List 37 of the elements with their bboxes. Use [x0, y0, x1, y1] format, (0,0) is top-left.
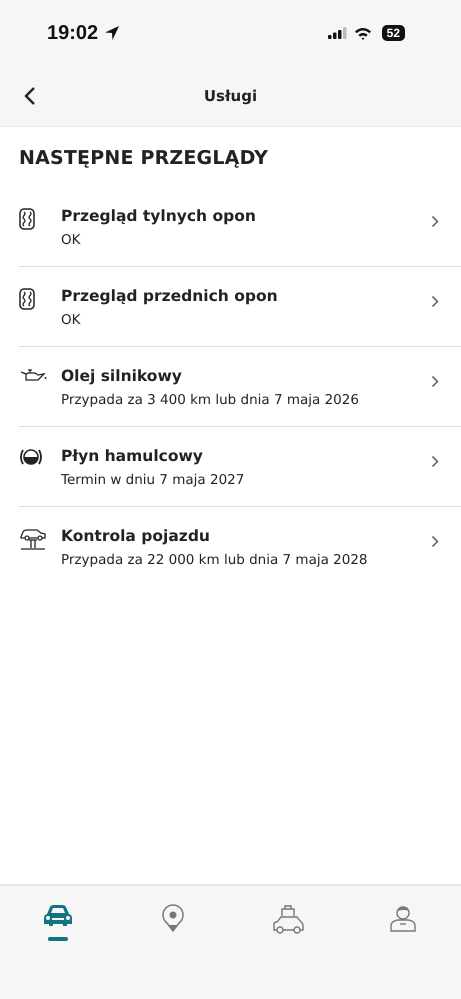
service-title: Olej silnikowy [61, 367, 183, 385]
chevron-icon [431, 215, 439, 228]
signal-icon [328, 27, 348, 39]
person-icon [389, 904, 418, 932]
battery-level: 52 [382, 25, 405, 41]
chevron-icon [431, 295, 439, 308]
tire-icon [19, 288, 35, 310]
service-item[interactable]: Olej silnikowy Przypada za 3 400 km lub dnia 7 maja 2026 [19, 347, 461, 427]
service-title: Przegląd tylnych opon [61, 207, 257, 225]
brake-fluid-icon [19, 448, 43, 466]
service-title: Kontrola pojazdu [61, 527, 211, 545]
service-detail: Termin w dniu 7 maja 2027 [61, 472, 246, 488]
chevron-icon [431, 455, 439, 468]
oil-can-icon [19, 368, 47, 382]
taxi-icon [272, 904, 304, 934]
car-lift-icon [19, 528, 47, 550]
chevron-icon [431, 535, 439, 548]
service-item[interactable]: Przegląd tylnych opon OK [19, 187, 461, 267]
tire-icon [19, 208, 35, 230]
service-item[interactable]: Przegląd przednich opon OK [19, 267, 461, 347]
service-detail: Przypada za 22 000 km lub dnia 7 maja 2028 [61, 552, 369, 568]
location-pin-icon [162, 904, 184, 932]
chevron-icon [431, 375, 439, 388]
service-item[interactable]: Kontrola pojazdu Przypada za 22 000 km lub dnia 7 maja 2028 [19, 507, 461, 587]
service-title: Przegląd przednich opon [61, 287, 279, 305]
section-heading: NASTĘPNE PRZEGLĄDY [19, 147, 270, 169]
service-item[interactable]: Płyn hamulcowy Termin w dniu 7 maja 2027 [19, 427, 461, 507]
active-indicator [48, 937, 68, 941]
service-title: Płyn hamulcowy [61, 447, 204, 465]
wifi-icon [354, 26, 372, 40]
service-detail: OK [61, 312, 82, 328]
service-detail: Przypada za 3 400 km lub dnia 7 maja 2026 [61, 392, 360, 408]
status-time: 19:02 [47, 22, 98, 44]
page-title: Usługi [204, 87, 258, 105]
car-icon [42, 904, 74, 928]
location-arrow-icon [104, 25, 120, 41]
service-detail: OK [61, 232, 82, 248]
